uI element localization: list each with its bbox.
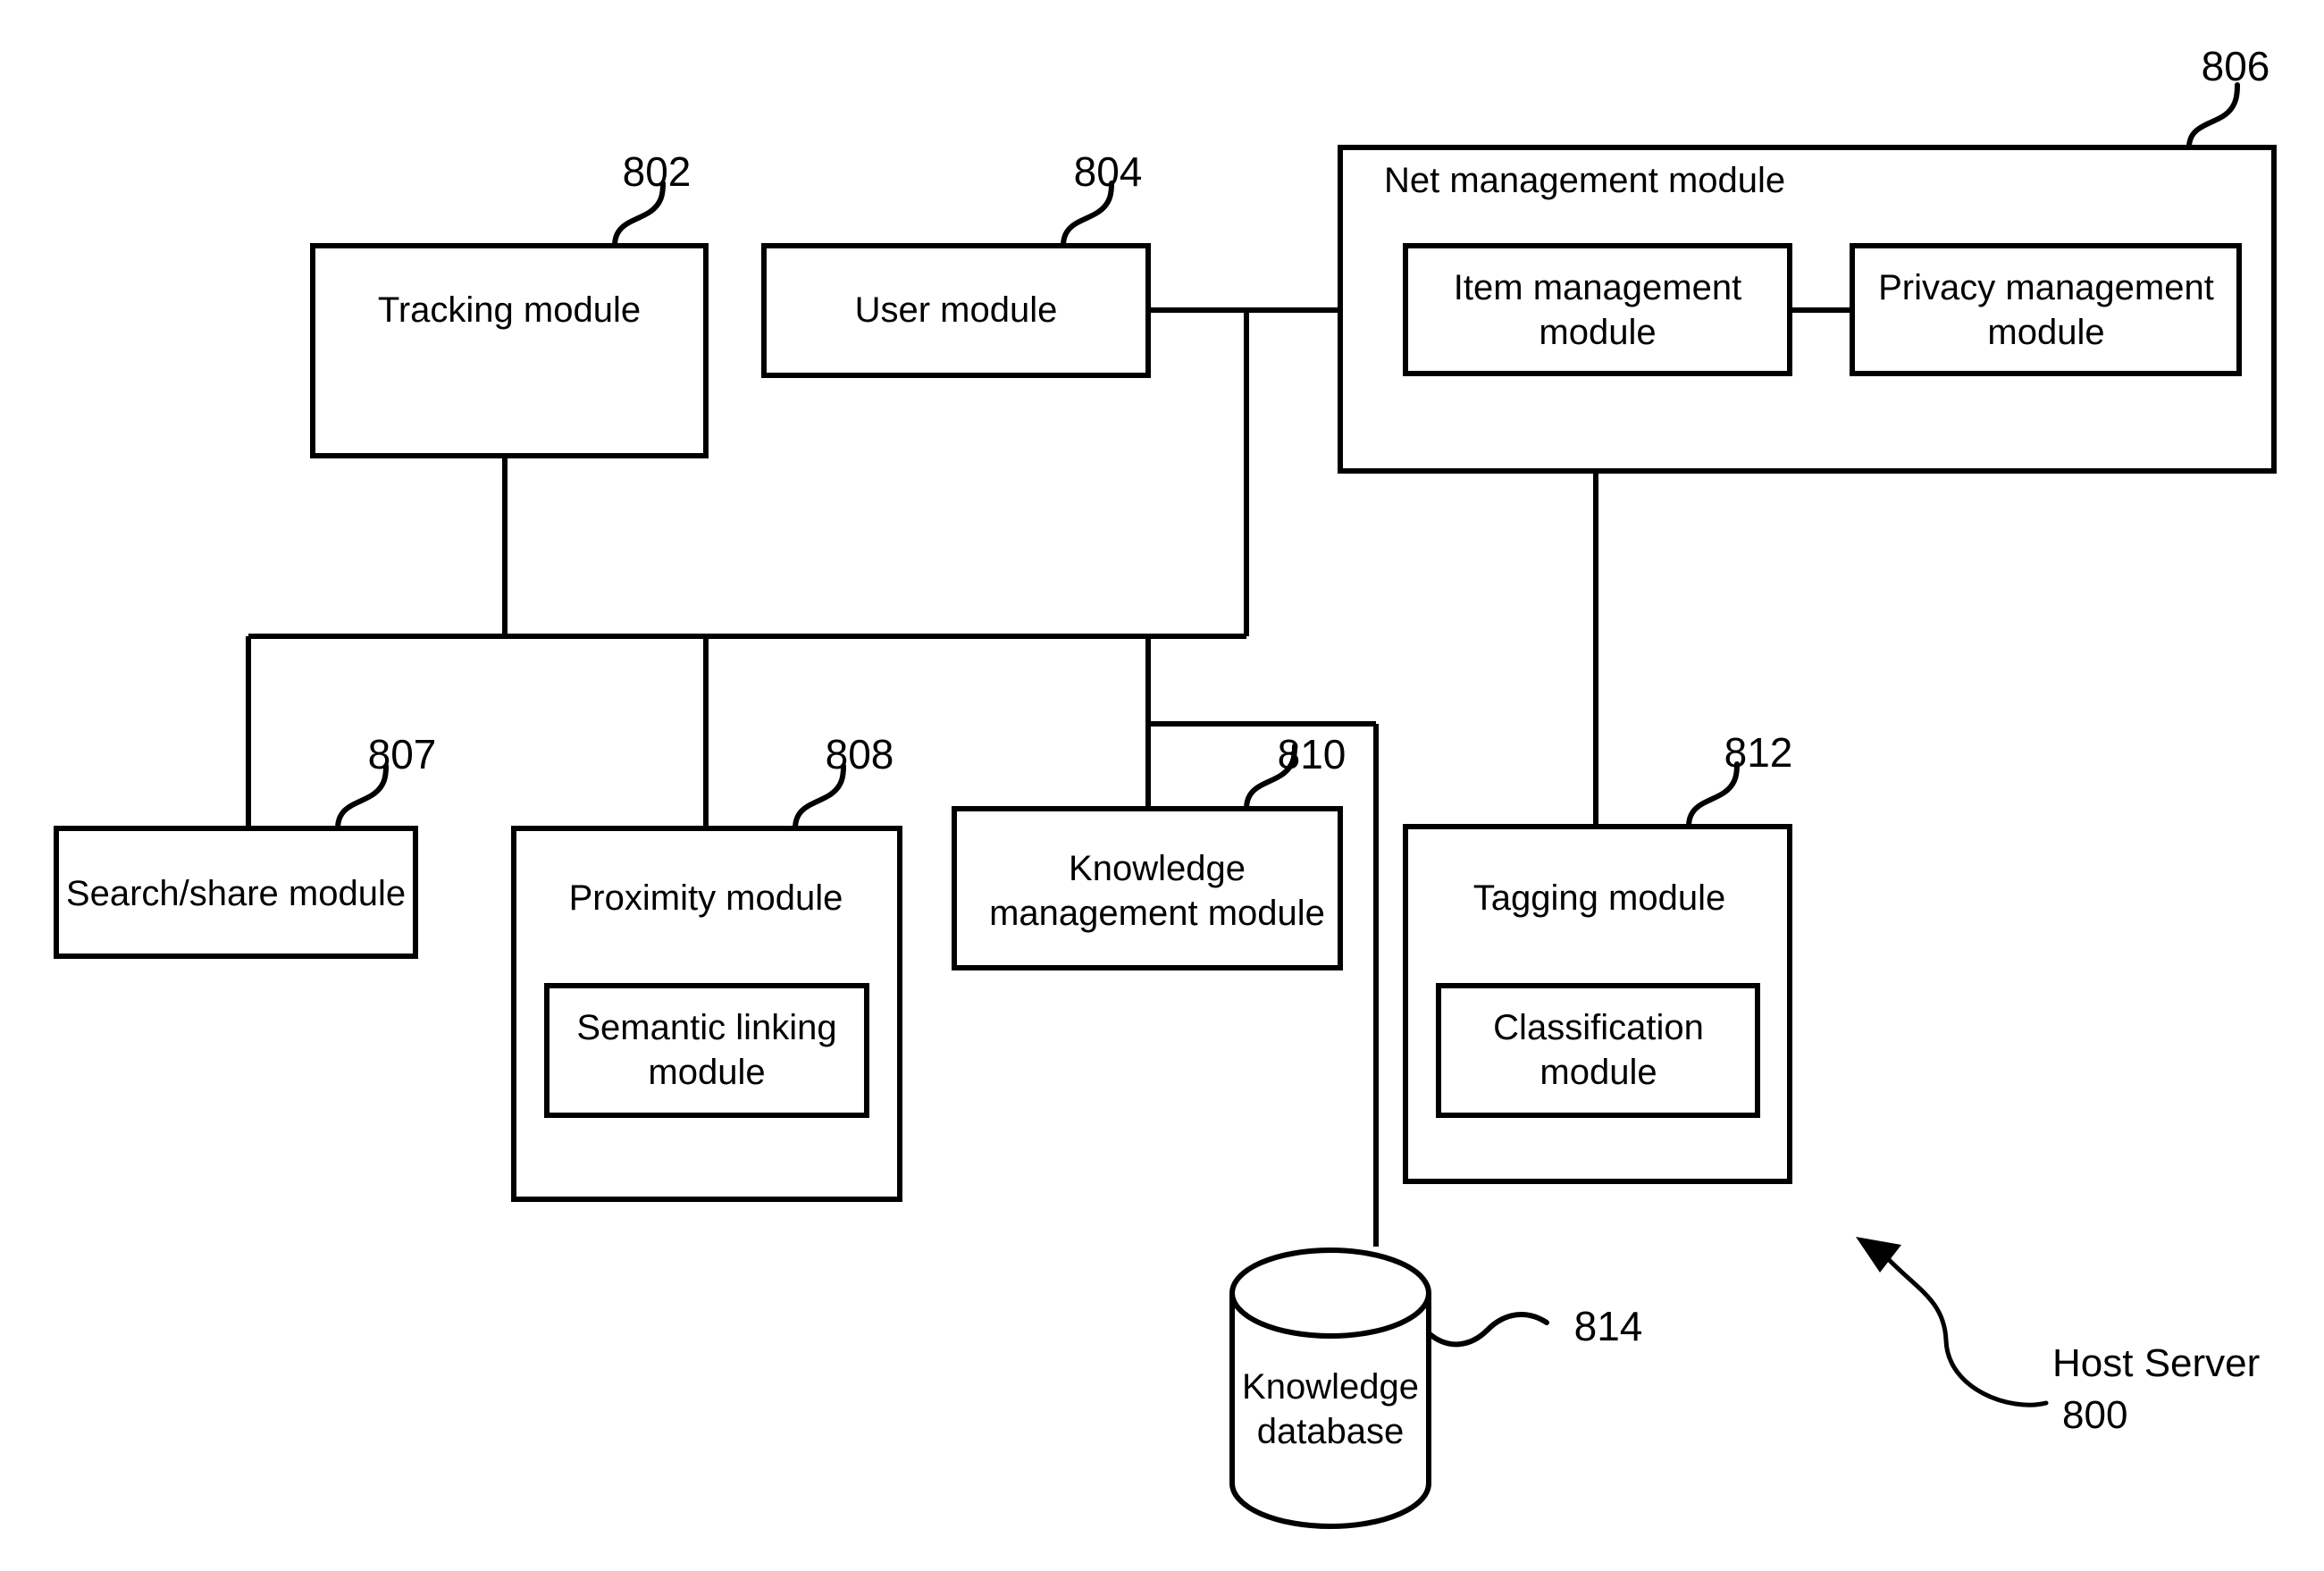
classification-module-label-line1: Classification bbox=[1493, 1008, 1704, 1047]
proximity-module-ref-leader: 808 bbox=[793, 731, 894, 831]
host-server-callout: Host Server 800 bbox=[1856, 1237, 2260, 1437]
knowledge-database-label-line1: Knowledge bbox=[1242, 1367, 1419, 1407]
item-management-module-label-line2: module bbox=[1539, 313, 1656, 352]
ref-number-807: 807 bbox=[368, 731, 437, 777]
tagging-module[interactable]: Tagging module bbox=[1403, 824, 1792, 1184]
ref-number-810: 810 bbox=[1278, 731, 1347, 777]
tagging-module-ref-leader: 812 bbox=[1686, 729, 1793, 829]
semantic-linking-module-box[interactable] bbox=[544, 983, 869, 1118]
semantic-linking-module[interactable]: Semantic linking module bbox=[544, 983, 869, 1118]
proximity-module-label: Proximity module bbox=[569, 878, 843, 918]
tracking-module-label: Tracking module bbox=[378, 290, 641, 330]
item-management-module-label-line1: Item management bbox=[1454, 268, 1741, 307]
item-management-module[interactable]: Item management module bbox=[1403, 243, 1792, 376]
knowledge-database-ref-leader: 814 bbox=[1426, 1303, 1643, 1349]
ref-number-814: 814 bbox=[1574, 1303, 1643, 1349]
ref-number-808: 808 bbox=[826, 731, 894, 777]
tagging-module-label: Tagging module bbox=[1473, 878, 1725, 918]
classification-module[interactable]: Classification module bbox=[1436, 983, 1760, 1118]
user-module[interactable]: User module bbox=[761, 243, 1151, 378]
knowledge-database[interactable]: Knowledge database bbox=[1229, 1248, 1431, 1529]
search-share-module-ref-leader: 807 bbox=[335, 731, 437, 831]
classification-module-label-line2: module bbox=[1540, 1053, 1657, 1092]
privacy-management-module-box[interactable] bbox=[1850, 243, 2242, 376]
patent-figure-canvas: Tracking module 802 User module 804 Net … bbox=[0, 0, 2324, 1571]
semantic-linking-module-label-line1: Semantic linking bbox=[576, 1008, 836, 1047]
host-server-arrow-curve bbox=[1878, 1248, 2049, 1407]
user-module-ref-leader: 804 bbox=[1061, 148, 1143, 248]
knowledge-database-label-line2: database bbox=[1257, 1412, 1405, 1451]
connector-lines bbox=[246, 307, 1852, 1247]
tracking-module[interactable]: Tracking module bbox=[310, 243, 709, 458]
knowledge-management-module-ref-leader: 810 bbox=[1244, 731, 1347, 811]
net-management-module-label: Net management module bbox=[1384, 161, 1785, 200]
ref-number-802: 802 bbox=[623, 148, 692, 195]
ref-number-804: 804 bbox=[1074, 148, 1143, 195]
privacy-management-module-label-line2: module bbox=[1987, 313, 2104, 352]
knowledge-management-module-label-line2: management module bbox=[989, 894, 1325, 933]
knowledge-management-module-box[interactable] bbox=[952, 806, 1343, 970]
leader-line-806 bbox=[2186, 82, 2240, 150]
search-share-module[interactable]: Search/share module bbox=[54, 826, 418, 959]
net-management-module-ref-leader: 806 bbox=[2186, 43, 2270, 150]
host-server-label: Host Server bbox=[2052, 1341, 2260, 1385]
search-share-module-label: Search/share module bbox=[66, 874, 406, 913]
ref-number-812: 812 bbox=[1724, 729, 1793, 776]
tracking-module-ref-leader: 802 bbox=[612, 148, 692, 248]
host-server-number: 800 bbox=[2062, 1393, 2127, 1437]
knowledge-management-module[interactable]: Knowledge management module bbox=[952, 806, 1343, 970]
semantic-linking-module-label-line2: module bbox=[648, 1053, 765, 1092]
knowledge-management-module-label-line1: Knowledge bbox=[1069, 849, 1246, 888]
item-management-module-box[interactable] bbox=[1403, 243, 1792, 376]
ref-number-806: 806 bbox=[2202, 43, 2270, 89]
knowledge-database-body[interactable] bbox=[1229, 1293, 1431, 1529]
leader-line-814 bbox=[1426, 1311, 1549, 1348]
knowledge-database-top bbox=[1229, 1248, 1431, 1339]
user-module-label: User module bbox=[855, 290, 1058, 330]
classification-module-box[interactable] bbox=[1436, 983, 1760, 1118]
tracking-module-box[interactable] bbox=[310, 243, 709, 458]
block-diagram: Tracking module 802 User module 804 Net … bbox=[54, 43, 2277, 1529]
privacy-management-module[interactable]: Privacy management module bbox=[1850, 243, 2242, 376]
privacy-management-module-label-line1: Privacy management bbox=[1878, 268, 2214, 307]
